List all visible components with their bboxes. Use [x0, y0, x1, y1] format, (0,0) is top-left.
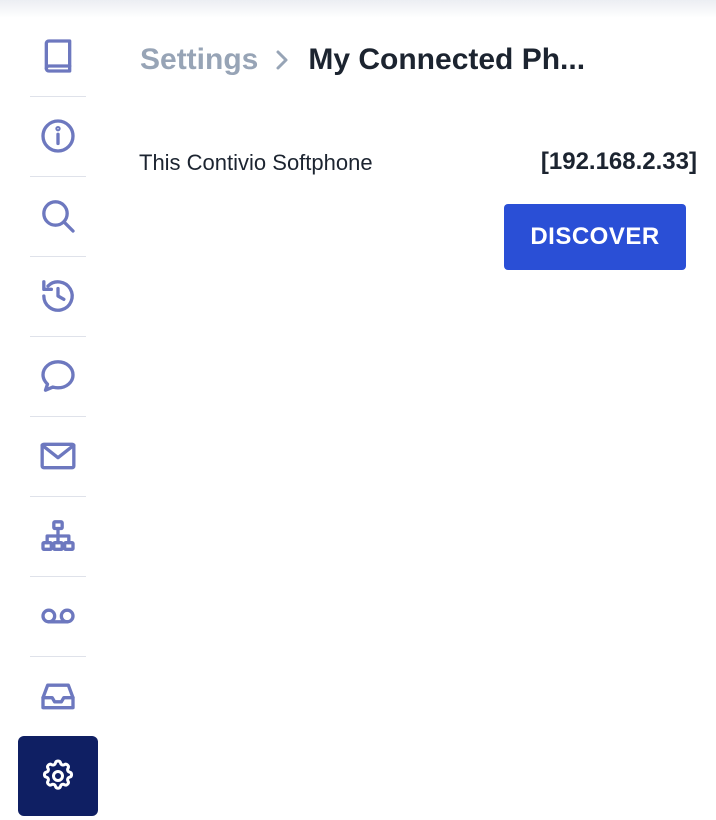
sidebar-item-settings[interactable] [18, 736, 98, 816]
device-label: This Contivio Softphone [139, 150, 373, 175]
mail-icon [40, 442, 76, 470]
inbox-icon [41, 683, 75, 710]
gear-icon [42, 759, 74, 790]
sidebar-item-book[interactable] [30, 16, 86, 96]
sidebar-item-mail[interactable] [30, 416, 86, 496]
breadcrumb-settings-link[interactable]: Settings [140, 43, 258, 77]
chat-bubble-icon [41, 360, 75, 392]
book-icon [44, 39, 72, 73]
history-icon [42, 280, 74, 312]
breadcrumb: Settings My Connected Ph... [140, 38, 585, 82]
sidebar-item-info[interactable] [30, 96, 86, 176]
sidebar-item-chat[interactable] [30, 336, 86, 416]
chevron-right-icon [274, 49, 290, 71]
page-title: My Connected Ph... [308, 43, 586, 76]
voicemail-icon [41, 608, 75, 624]
sidebar-item-voicemail[interactable] [30, 576, 86, 656]
sidebar-item-search[interactable] [30, 176, 86, 256]
sidebar-item-history[interactable] [30, 256, 86, 336]
device-ip-address: [192.168.2.33] [540, 148, 697, 175]
top-shadow [0, 0, 716, 18]
sidebar-item-org-chart[interactable] [30, 496, 86, 576]
discover-button[interactable]: DISCOVER [504, 204, 686, 270]
org-chart-icon [41, 520, 75, 551]
sidebar-nav [18, 16, 98, 816]
sidebar-item-inbox[interactable] [30, 656, 86, 736]
app-window: Settings My Connected Ph... This Contivi… [0, 0, 716, 820]
search-icon [42, 200, 75, 233]
info-icon [41, 119, 75, 153]
